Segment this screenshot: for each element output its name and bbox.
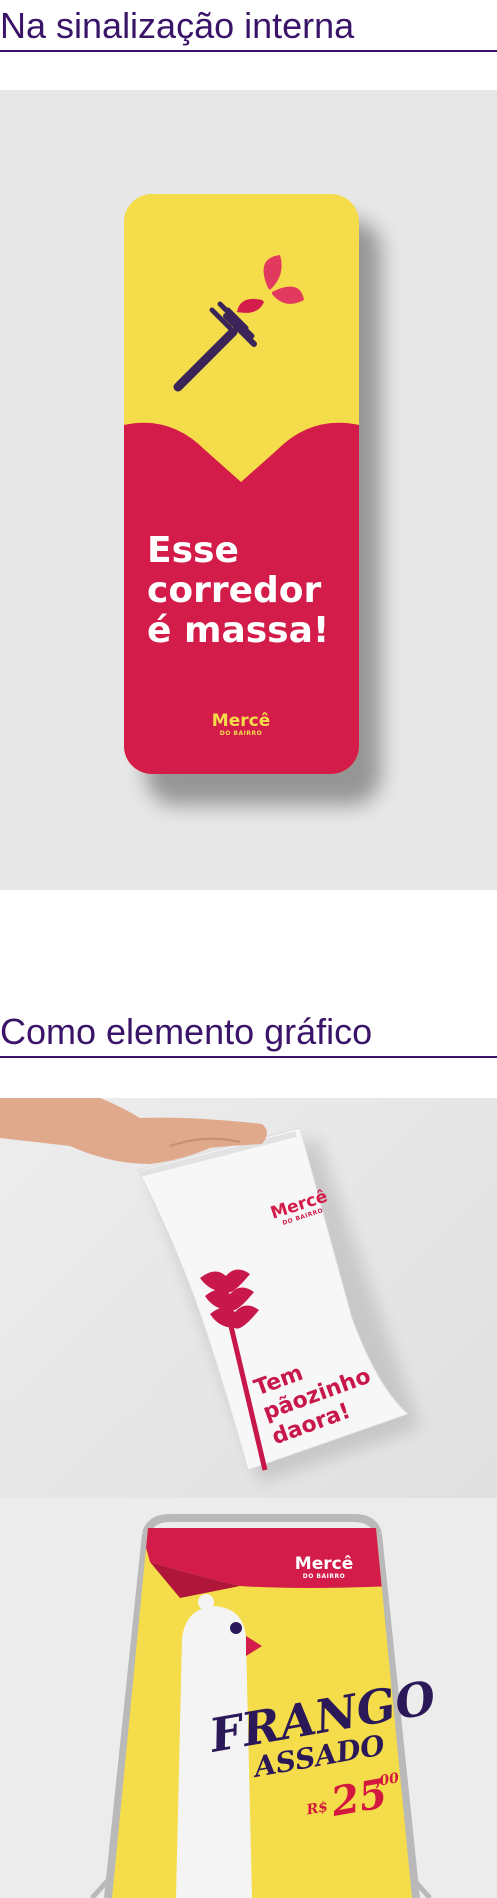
sign-headline-line1: Esse: [147, 530, 239, 571]
sign-headline-line2: corredor: [147, 570, 321, 611]
sign-logo-sub: DO BAIRRO: [220, 730, 262, 737]
signage-board: [124, 194, 359, 774]
board-logo: Mercê: [295, 1554, 353, 1574]
signage-mockup-image: Esse corredor é massa! Mercê DO BAIRRO: [0, 90, 497, 890]
aboard-mockup-image: Mercê DO BAIRRO FRANGO ASSADO R$ 25 ,00: [0, 1498, 497, 1898]
section-title-graphic-element: Como elemento gráfico: [0, 1012, 497, 1058]
sign-logo: Mercê: [212, 711, 270, 731]
bag-mockup-image: Mercê DO BAIRRO Tem pãozinho daora!: [0, 1098, 497, 1498]
section-title-signage: Na sinalização interna: [0, 6, 497, 52]
sign-headline-line3: é massa!: [147, 610, 329, 651]
board-logo-sub: DO BAIRRO: [303, 1573, 345, 1580]
